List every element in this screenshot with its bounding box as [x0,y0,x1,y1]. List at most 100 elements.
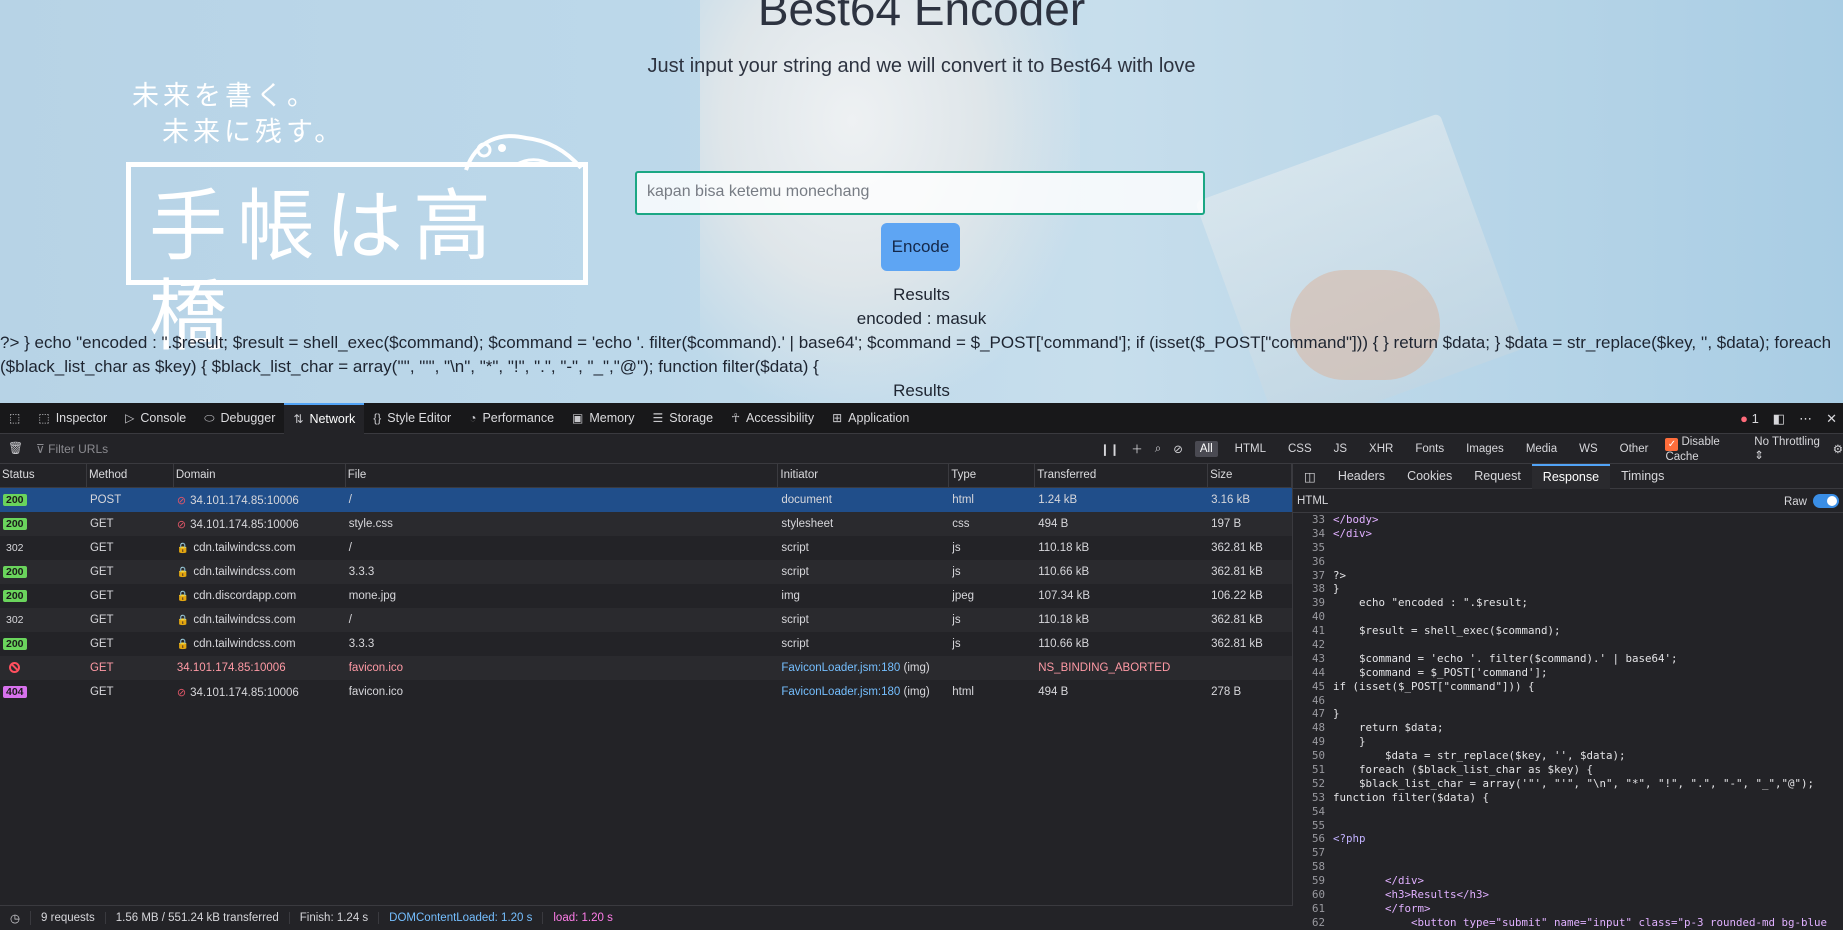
toggle-sidebar-icon[interactable]: ◫ [1293,464,1327,489]
tab-debugger[interactable]: ⬭ Debugger [195,403,284,434]
trash-icon[interactable]: 🗑 [8,441,23,455]
response-header: HTML Raw [1293,489,1843,513]
initiator-link[interactable]: FaviconLoader.jsm:180 [781,662,900,674]
filter-js[interactable]: JS [1329,441,1352,457]
settings-gear-icon[interactable]: ⚙ [1833,442,1843,456]
column-size[interactable]: Size [1208,464,1292,487]
tab-response[interactable]: Response [1531,463,1611,489]
file: favicon.ico [348,662,404,674]
details-tab-bar: ◫ Headers Cookies Request Response Timin… [1293,463,1843,489]
tab-inspector[interactable]: ⬚ Inspector [29,403,116,434]
table-row[interactable]: 200 GET 🔒 cdn.tailwindcss.com 3.3.3 scrip… [0,632,1292,656]
initiator-suffix: (img) [900,686,930,698]
dock-icon[interactable]: ◧ [1773,411,1785,427]
filter-fonts[interactable]: Fonts [1410,441,1449,457]
filter-css[interactable]: CSS [1283,441,1317,457]
tab-headers[interactable]: Headers [1327,464,1396,489]
insecure-icon: ⊘ [176,518,187,531]
domain: 34.101.174.85:10006 [190,494,299,507]
element-picker-button[interactable]: ⬚ [0,403,29,434]
column-file[interactable]: File [346,464,779,487]
table-row[interactable]: 200 GET 🔒 cdn.discordapp.com mone.jpg img… [0,584,1292,608]
line-text: $result = shell_exec($command); [1333,624,1561,638]
line-text: </div> [1333,874,1425,888]
disable-cache-checkbox[interactable]: ✓ Disable Cache [1665,436,1742,463]
table-row[interactable]: 200 GET 🔒 cdn.tailwindcss.com 3.3.3 scrip… [0,560,1292,584]
filter-all[interactable]: All [1194,441,1218,457]
throttling-select[interactable]: No Throttling ⇕ [1754,436,1820,462]
tab-timings[interactable]: Timings [1610,464,1675,489]
pause-icon[interactable]: ❙❙ [1100,442,1119,456]
checkbox-checked-icon: ✓ [1665,437,1679,451]
initiator-link[interactable]: FaviconLoader.jsm:180 [781,686,900,698]
tab-network[interactable]: ⇅ Network [284,402,365,434]
file: / [348,494,352,506]
table-row[interactable]: 200 POST ⊘ 34.101.174.85:10006 / document… [0,488,1292,512]
tab-accessibility[interactable]: ☥ Accessibility [722,403,823,434]
raw-label: Raw [1783,495,1807,508]
size: 362.81 kB [1211,614,1263,626]
status-badge: 302 [6,614,24,626]
column-method[interactable]: Method [87,464,174,487]
tab-storage[interactable]: ☰ Storage [644,403,723,434]
table-row[interactable]: 302 GET 🔒 cdn.tailwindcss.com / script js… [0,536,1292,560]
tab-memory[interactable]: ▣ Memory [563,403,644,434]
tab-request[interactable]: Request [1463,464,1532,489]
results-heading-2: Results [893,381,950,400]
filter-other[interactable]: Other [1615,441,1654,457]
tab-cookies[interactable]: Cookies [1396,464,1463,489]
page-title: Best64 Encoder [757,0,1086,35]
code-line: 54 [1293,805,1843,819]
error-indicator[interactable]: ● 1 [1740,411,1759,426]
close-icon[interactable]: ✕ [1826,411,1837,427]
method: GET [89,566,114,578]
tab-console[interactable]: ▷ Console [116,403,195,434]
filter-images[interactable]: Images [1461,441,1509,457]
code-line: 60 <h3>Results</h3> [1293,888,1843,902]
filter-html[interactable]: HTML [1230,441,1271,457]
table-row[interactable]: 404 GET ⊘ 34.101.174.85:10006 favicon.ico… [0,680,1292,704]
transferred: 110.18 kB [1038,614,1090,626]
code-line: 40 [1293,610,1843,624]
tab-style-editor[interactable]: {} Style Editor [364,403,460,434]
table-row[interactable]: 302 GET 🔒 cdn.tailwindcss.com / script js… [0,608,1292,632]
raw-toggle[interactable]: Raw [1783,493,1839,508]
column-initiator[interactable]: Initiator [778,464,950,487]
tab-label: Storage [669,411,714,425]
method: GET [89,614,114,626]
type: js [952,542,961,554]
column-transferred[interactable]: Transferred [1035,464,1209,487]
block-icon[interactable]: ⊘ [1173,442,1183,456]
domain: cdn.discordapp.com [193,590,297,602]
clock-icon[interactable]: ◷ [0,911,32,925]
line-number: 47 [1311,707,1325,721]
line-text: ?> [1333,568,1347,582]
string-input[interactable]: kapan bisa ketemu monechang [635,171,1205,215]
encode-button[interactable]: Encode [881,223,960,271]
more-options-icon[interactable]: ⋯ [1799,411,1812,427]
filter-xhr[interactable]: XHR [1364,441,1398,457]
encoded-output: encoded : masuk [856,309,987,328]
size: 362.81 kB [1211,566,1263,578]
tab-performance[interactable]: ◔ Performance [460,403,563,434]
devtools-tab-bar: ⬚ ⬚ Inspector ▷ Console ⬭ Debugger ⇅ Network… [0,402,1843,434]
filter-media[interactable]: Media [1521,441,1562,457]
search-icon[interactable]: ⌕ [1155,443,1161,456]
tab-application[interactable]: ⊞ Application [823,403,918,434]
table-row[interactable]: 200 GET ⊘ 34.101.174.85:10006 style.css s… [0,512,1292,536]
column-type[interactable]: Type [949,464,1036,487]
plus-icon[interactable]: ＋ [1131,441,1143,457]
domain: 34.101.174.85:10006 [190,518,299,531]
column-status[interactable]: Status [0,464,87,487]
line-number: 39 [1311,596,1325,610]
column-domain[interactable]: Domain [174,464,346,487]
line-number: 58 [1311,860,1325,874]
filter-urls-input[interactable]: ⊽ Filter URLs [36,442,108,456]
initiator: script [781,566,809,578]
line-number: 48 [1311,721,1325,735]
table-row[interactable]: GET 34.101.174.85:10006 favicon.ico Favi… [0,656,1292,680]
tab-label: Console [140,411,187,425]
method: GET [89,662,114,674]
transferred: 110.18 kB [1038,542,1090,554]
filter-ws[interactable]: WS [1574,441,1603,457]
